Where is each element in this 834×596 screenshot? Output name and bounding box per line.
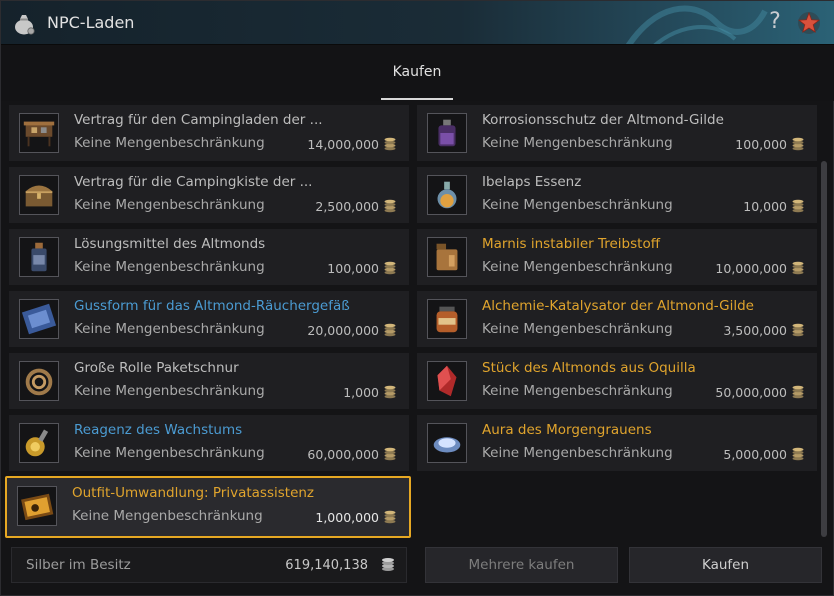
purple-potion-icon xyxy=(427,113,467,153)
silver-coin-icon xyxy=(384,323,396,337)
shop-item[interactable]: Vertrag für den Campingladen der ... Kein… xyxy=(9,105,409,161)
flask-icon xyxy=(427,175,467,215)
reagent-flask-icon xyxy=(19,423,59,463)
item-limit: Keine Mengenbeschränkung xyxy=(74,135,265,151)
mold-plate-icon xyxy=(19,299,59,339)
item-price: 1,000,000 xyxy=(315,510,379,525)
item-name: Aura des Morgengrauens xyxy=(482,422,652,438)
item-price: 10,000,000 xyxy=(715,261,787,276)
shop-item[interactable]: Alchemie-Katalysator der Altmond-Gilde Ke… xyxy=(417,291,817,347)
shop-item[interactable]: Lösungsmittel des Altmonds Keine Mengenbe… xyxy=(9,229,409,285)
item-price: 100,000 xyxy=(735,137,787,152)
help-icon[interactable]: ? xyxy=(765,10,785,34)
item-name: Vertrag für den Campingladen der ... xyxy=(74,112,323,128)
item-name: Vertrag für die Campingkiste der ... xyxy=(74,174,313,190)
item-limit: Keine Mengenbeschränkung xyxy=(74,445,265,461)
silver-coin-icon xyxy=(792,447,804,461)
item-name: Alchemie-Katalysator der Altmond-Gilde xyxy=(482,298,754,314)
title-bar[interactable]: NPC-Laden ? xyxy=(1,1,834,45)
item-name: Korrosionsschutz der Altmond-Gilde xyxy=(482,112,724,128)
silver-value: 619,140,138 xyxy=(285,558,368,573)
shop-item[interactable]: Ibelaps Essenz Keine Mengenbeschränkung 10… xyxy=(417,167,817,223)
item-name: Reagenz des Wachstums xyxy=(74,422,243,438)
fuel-canister-icon xyxy=(427,237,467,277)
shop-item[interactable]: Vertrag für die Campingkiste der ... Kein… xyxy=(9,167,409,223)
item-price: 2,500,000 xyxy=(315,199,379,214)
item-name: Große Rolle Paketschnur xyxy=(74,360,239,376)
silver-coin-icon xyxy=(792,199,804,213)
npc-shop-window: NPC-Laden ? Kaufen Vertrag für den Campi… xyxy=(0,0,834,596)
tab-bar: Kaufen xyxy=(1,45,834,101)
item-price: 1,000 xyxy=(343,385,379,400)
active-tab-indicator xyxy=(381,98,453,100)
vendor-stall-icon xyxy=(19,113,59,153)
tab-kaufen[interactable]: Kaufen xyxy=(381,45,453,101)
silver-coin-icon xyxy=(792,261,804,275)
shop-item[interactable]: Stück des Altmonds aus Oquilla Keine Meng… xyxy=(417,353,817,409)
item-name: Lösungsmittel des Altmonds xyxy=(74,236,266,252)
shop-item[interactable]: Outfit-Umwandlung: Privatassistenz Keine … xyxy=(5,476,411,538)
item-limit: Keine Mengenbeschränkung xyxy=(482,259,673,275)
item-name: Outfit-Umwandlung: Privatassistenz xyxy=(72,485,315,501)
item-limit: Keine Mengenbeschränkung xyxy=(482,321,673,337)
red-crystal-icon xyxy=(427,361,467,401)
item-limit: Keine Mengenbeschränkung xyxy=(74,383,265,399)
silver-coin-icon xyxy=(792,323,804,337)
item-limit: Keine Mengenbeschränkung xyxy=(482,135,673,151)
item-price: 10,000 xyxy=(743,199,787,214)
silver-balance: Silber im Besitz 619,140,138 xyxy=(11,547,407,583)
bottle-icon xyxy=(19,237,59,277)
shop-item[interactable]: Gussform für das Altmond-Räuchergefäß Kei… xyxy=(9,291,409,347)
item-price: 5,000,000 xyxy=(723,447,787,462)
list-scrollbar[interactable] xyxy=(821,161,827,537)
jar-icon xyxy=(427,299,467,339)
item-price: 14,000,000 xyxy=(307,137,379,152)
item-limit: Keine Mengenbeschränkung xyxy=(482,197,673,213)
aura-icon xyxy=(427,423,467,463)
item-name: Marnis instabiler Treibstoff xyxy=(482,236,661,252)
silver-label: Silber im Besitz xyxy=(26,557,131,573)
item-list: Vertrag für den Campingladen der ... Kein… xyxy=(5,105,817,543)
silver-coin-icon xyxy=(382,558,394,571)
window-title: NPC-Laden xyxy=(47,13,135,32)
buy-multiple-button[interactable]: Mehrere kaufen xyxy=(425,547,618,583)
item-name: Ibelaps Essenz xyxy=(482,174,582,190)
shop-item[interactable]: Große Rolle Paketschnur Keine Mengenbesch… xyxy=(9,353,409,409)
item-limit: Keine Mengenbeschränkung xyxy=(74,259,265,275)
item-limit: Keine Mengenbeschränkung xyxy=(74,197,265,213)
item-price: 20,000,000 xyxy=(307,323,379,338)
title-ornament xyxy=(626,5,768,44)
silver-coin-icon xyxy=(384,510,396,524)
item-limit: Keine Mengenbeschränkung xyxy=(482,445,673,461)
chest-icon xyxy=(19,175,59,215)
shop-item[interactable]: Marnis instabiler Treibstoff Keine Mengen… xyxy=(417,229,817,285)
rope-coil-icon xyxy=(19,361,59,401)
shop-item[interactable]: Korrosionsschutz der Altmond-Gilde Keine … xyxy=(417,105,817,161)
item-price: 3,500,000 xyxy=(723,323,787,338)
item-limit: Keine Mengenbeschränkung xyxy=(482,383,673,399)
item-price: 60,000,000 xyxy=(307,447,379,462)
favorite-star-icon[interactable] xyxy=(797,11,821,35)
buy-button[interactable]: Kaufen xyxy=(629,547,822,583)
item-price: 50,000,000 xyxy=(715,385,787,400)
footer-bar: Silber im Besitz 619,140,138 Mehrere kau… xyxy=(1,545,834,596)
silver-coin-icon xyxy=(792,137,804,151)
silver-coin-icon xyxy=(384,137,396,151)
outfit-voucher-icon xyxy=(17,486,57,526)
item-limit: Keine Mengenbeschränkung xyxy=(72,508,263,524)
shop-item[interactable]: Aura des Morgengrauens Keine Mengenbeschr… xyxy=(417,415,817,471)
money-bag-icon xyxy=(15,15,35,35)
shop-item[interactable]: Reagenz des Wachstums Keine Mengenbeschrä… xyxy=(9,415,409,471)
item-name: Gussform für das Altmond-Räuchergefäß xyxy=(74,298,350,314)
item-limit: Keine Mengenbeschränkung xyxy=(74,321,265,337)
silver-coin-icon xyxy=(792,385,804,399)
silver-coin-icon xyxy=(384,447,396,461)
item-price: 100,000 xyxy=(327,261,379,276)
silver-coin-icon xyxy=(384,385,396,399)
silver-coin-icon xyxy=(384,199,396,213)
silver-coin-icon xyxy=(384,261,396,275)
item-name: Stück des Altmonds aus Oquilla xyxy=(482,360,696,376)
